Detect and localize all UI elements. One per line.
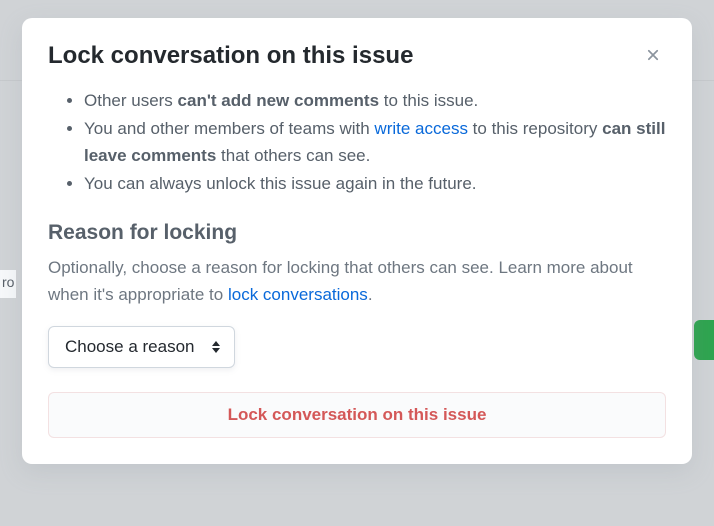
reason-select[interactable]: Choose a reason <box>48 326 235 368</box>
desc-text: . <box>368 285 373 304</box>
info-text: Other users <box>84 91 178 110</box>
info-list: Other users can't add new comments to th… <box>48 88 666 197</box>
reason-description: Optionally, choose a reason for locking … <box>48 255 666 308</box>
info-item: You can always unlock this issue again i… <box>84 171 666 197</box>
info-item: Other users can't add new comments to th… <box>84 88 666 114</box>
bg-button-fragment <box>694 320 714 360</box>
info-text: to this repository <box>468 119 602 138</box>
info-text: to this issue. <box>379 91 478 110</box>
info-text: that others can see. <box>216 146 370 165</box>
modal-header: Lock conversation on this issue <box>48 42 666 70</box>
info-text: You and other members of teams with <box>84 119 374 138</box>
info-strong: can't add new comments <box>178 91 379 110</box>
lock-conversations-link[interactable]: lock conversations <box>228 285 368 304</box>
write-access-link[interactable]: write access <box>374 119 468 138</box>
close-button[interactable] <box>640 42 666 68</box>
bg-text-fragment: ro <box>0 270 16 298</box>
info-text: You can always unlock this issue again i… <box>84 174 477 193</box>
info-item: You and other members of teams with writ… <box>84 116 666 169</box>
lock-conversation-modal: Lock conversation on this issue Other us… <box>22 18 692 464</box>
select-value: Choose a reason <box>65 337 194 356</box>
updown-caret-icon <box>212 341 220 353</box>
reason-heading: Reason for locking <box>48 221 666 245</box>
close-icon <box>644 46 662 64</box>
lock-conversation-button[interactable]: Lock conversation on this issue <box>48 392 666 438</box>
modal-title: Lock conversation on this issue <box>48 42 413 70</box>
